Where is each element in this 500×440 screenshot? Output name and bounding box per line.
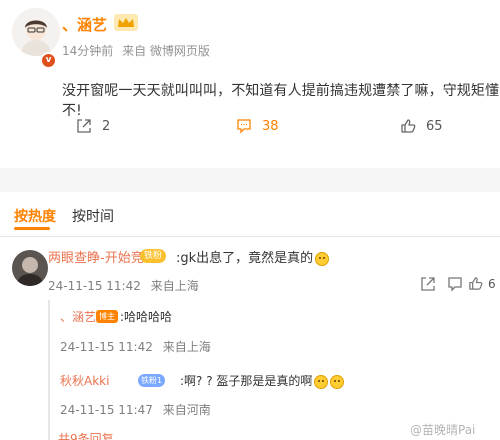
comment-text: :gk出息了，竟然是真的 [176, 247, 330, 266]
comment-share-icon[interactable] [420, 276, 436, 292]
comment-thumbs-up-icon [469, 277, 483, 290]
vip-crown-icon[interactable] [114, 14, 138, 31]
author-badge: 博主 [96, 310, 118, 323]
share-button[interactable]: 2 [76, 118, 110, 134]
reply-time: 24-11-15 11:47 [60, 403, 153, 417]
reply-text: :啊? ? 盔子那是是真的啊 [180, 372, 345, 389]
comment-count: 38 [262, 118, 279, 134]
watermark: @苗晚晴Pai [410, 423, 476, 437]
author-avatar-image [12, 8, 60, 56]
emoji-icon [314, 374, 329, 389]
reply-time: 24-11-15 11:42 [60, 340, 153, 354]
commenter-avatar[interactable] [12, 250, 48, 286]
tab-sort-by-time[interactable]: 按时间 [72, 206, 114, 226]
reply-thread: 、涵艺 博主 :哈哈哈哈 24-11-15 11:42 来自上海 秋秋Akki … [48, 300, 500, 440]
view-more-replies-link[interactable]: 共9条回复 [58, 430, 114, 440]
reply-location: 来自上海 [162, 340, 211, 354]
comment-time: 24-11-15 11:42 [48, 279, 141, 293]
fan-level-badge: 铁粉 [140, 249, 167, 263]
reply-text: :哈哈哈哈 [120, 310, 173, 324]
reply-meta: 24-11-15 11:42 来自上海 [60, 338, 217, 355]
post-body: 没开窗呢一天天就叫叫叫，不知道有人提前搞违规遭禁了嘛，守规矩懂不! [62, 83, 500, 119]
post-time: 14分钟前 [62, 44, 114, 58]
post-action-bar: 2 38 65 [0, 118, 500, 138]
verified-badge-icon: v [40, 52, 57, 69]
comment-icon [237, 119, 251, 134]
tab-sort-by-hot[interactable]: 按热度 [14, 206, 56, 226]
post-author-name[interactable]: 、涵艺 [62, 14, 107, 35]
comment-text-content: :gk出息了，竟然是真的 [176, 251, 314, 266]
reply-text-content: :啊? ? 盔子那是是真的啊 [180, 374, 313, 388]
comment-meta: 24-11-15 11:42 来自上海 [48, 277, 205, 294]
comment-button[interactable]: 38 [236, 118, 279, 134]
fan-badge: 铁粉1 [138, 374, 166, 387]
author-avatar[interactable] [12, 8, 60, 56]
tabs-divider [0, 236, 500, 237]
reply-location: 来自河南 [162, 403, 211, 417]
reply-author-name[interactable]: 、涵艺 [60, 308, 96, 325]
comment-like-button[interactable]: 6 [468, 276, 496, 291]
section-separator [0, 168, 500, 192]
post-meta: 14分钟前 来自 微博网页版 [62, 42, 215, 59]
comment-reply-icon[interactable] [447, 276, 463, 292]
emoji-icon [315, 251, 330, 266]
comment-location: 来自上海 [150, 279, 199, 293]
active-tab-indicator [14, 227, 50, 230]
reply-author-name[interactable]: 秋秋Akki [60, 372, 109, 389]
post-source: 来自 微博网页版 [122, 44, 210, 58]
share-count: 2 [102, 118, 111, 134]
like-button[interactable]: 65 [400, 118, 443, 134]
like-count: 65 [426, 118, 443, 134]
comment-like-count: 6 [488, 276, 496, 291]
emoji-icon [330, 374, 345, 389]
reply-meta: 24-11-15 11:47 来自河南 [60, 401, 217, 418]
share-icon [77, 119, 91, 133]
commenter-avatar-image [12, 250, 48, 286]
thumbs-up-icon [401, 119, 416, 133]
